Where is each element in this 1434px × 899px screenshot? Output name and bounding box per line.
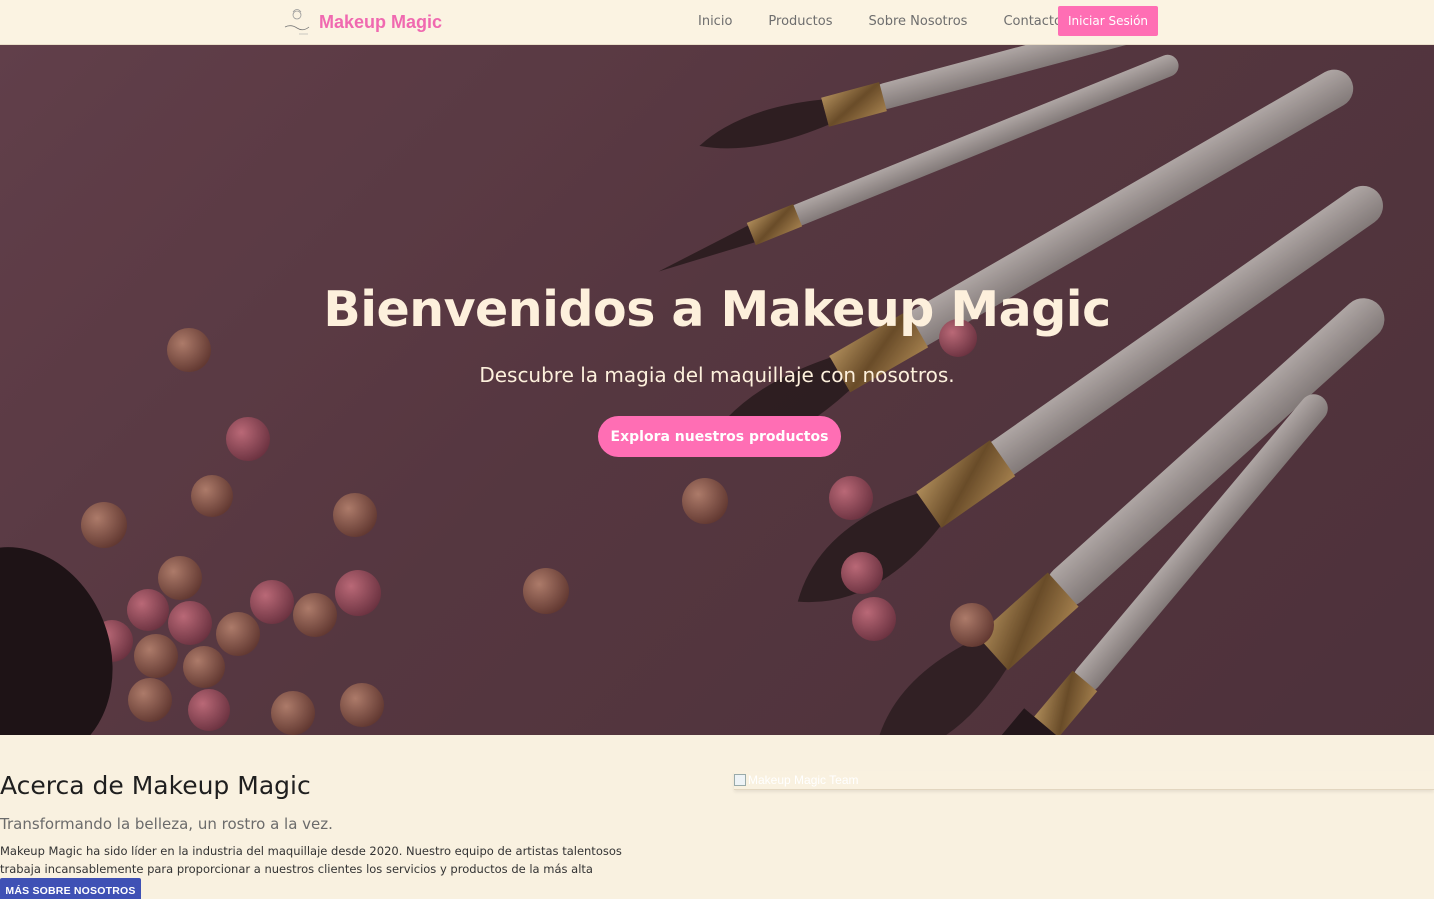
- login-button[interactable]: Iniciar Sesión: [1058, 6, 1158, 36]
- about-title: Acerca de Makeup Magic: [0, 771, 311, 800]
- brand-link[interactable]: Makeup Magic: [281, 4, 442, 40]
- team-image-alt-text: Makeup Magic Team: [748, 773, 859, 787]
- hero-subtitle: Descubre la magia del maquillaje con nos…: [479, 363, 955, 387]
- navbar: Makeup Magic Inicio Productos Sobre Noso…: [0, 0, 1434, 45]
- about-section: Acerca de Makeup Magic Transformando la …: [0, 735, 1434, 899]
- main-nav: Inicio Productos Sobre Nosotros Contacto: [680, 0, 1080, 42]
- brand-name: Makeup Magic: [319, 11, 443, 32]
- about-lead: Transformando la belleza, un rostro a la…: [0, 815, 333, 833]
- nav-link-sobre-nosotros[interactable]: Sobre Nosotros: [851, 14, 986, 29]
- more-about-us-button[interactable]: MÁS SOBRE NOSOTROS: [0, 878, 141, 899]
- team-image: Makeup Magic Team: [734, 771, 1434, 790]
- hero-section: Bienvenidos a Makeup Magic Descubre la m…: [0, 45, 1434, 735]
- hero-overlay: [0, 45, 1434, 735]
- broken-image-icon: [734, 774, 746, 786]
- hero-title: Bienvenidos a Makeup Magic: [323, 281, 1111, 338]
- explore-products-button[interactable]: Explora nuestros productos: [598, 416, 841, 457]
- logo-icon: [284, 9, 310, 35]
- nav-link-inicio[interactable]: Inicio: [680, 14, 750, 29]
- nav-link-productos[interactable]: Productos: [750, 14, 850, 29]
